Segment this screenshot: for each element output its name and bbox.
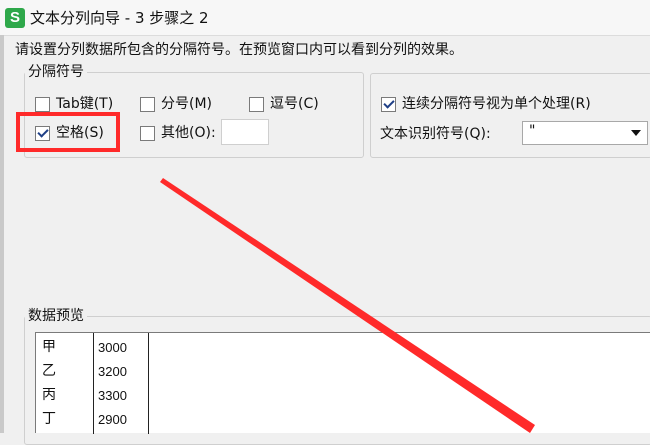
other-option[interactable]: 其他(O):	[140, 124, 216, 142]
comma-checkbox[interactable]	[249, 96, 264, 112]
comma-label: 逗号(C)	[270, 96, 319, 112]
separator-group-legend: 分隔符号	[28, 64, 84, 80]
preview-cell: 甲	[42, 339, 56, 355]
semicolon-label: 分号(M)	[161, 96, 213, 112]
semicolon-option[interactable]: 分号(M)	[140, 95, 212, 113]
highlight-box	[16, 112, 120, 152]
preview-cell: 3000	[98, 340, 127, 355]
options-group	[370, 73, 650, 158]
preview-cell: 乙	[42, 363, 56, 379]
consecutive-checkbox[interactable]	[381, 96, 396, 112]
tab-checkbox[interactable]	[35, 96, 50, 112]
data-preview[interactable]: 甲 3000 乙 3200 丙 3300 丁 2900	[35, 332, 650, 434]
column-divider[interactable]	[148, 333, 149, 434]
window-title: 文本分列向导 - 3 步骤之 2	[30, 9, 209, 27]
instruction-text: 请设置分列数据所包含的分隔符号。在预览窗口内可以看到分列的效果。	[15, 42, 463, 58]
tab-label: Tab键(T)	[56, 96, 114, 112]
consecutive-label: 连续分隔符号视为单个处理(R)	[402, 96, 591, 112]
app-icon: S	[5, 8, 25, 28]
dropdown-arrow-icon[interactable]	[631, 130, 641, 136]
preview-cell: 丙	[42, 387, 56, 403]
qualifier-value: "	[529, 123, 536, 139]
other-checkbox[interactable]	[140, 125, 155, 141]
title-bar: S 文本分列向导 - 3 步骤之 2	[0, 0, 650, 36]
consecutive-option[interactable]: 连续分隔符号视为单个处理(R)	[381, 95, 591, 113]
preview-cell: 3300	[98, 388, 127, 403]
other-separator-input[interactable]	[221, 119, 269, 145]
preview-cell: 2900	[98, 412, 127, 427]
tab-option[interactable]: Tab键(T)	[35, 95, 113, 113]
qualifier-label: 文本识别符号(Q):	[380, 126, 491, 142]
preview-legend: 数据预览	[28, 308, 84, 324]
preview-cell: 丁	[42, 411, 56, 427]
column-divider[interactable]	[93, 333, 94, 434]
window-edge	[0, 35, 4, 433]
other-label: 其他(O):	[161, 125, 216, 141]
preview-cell: 3200	[98, 364, 127, 379]
comma-option[interactable]: 逗号(C)	[249, 95, 319, 113]
semicolon-checkbox[interactable]	[140, 96, 155, 112]
qualifier-dropdown[interactable]: "	[522, 121, 648, 145]
